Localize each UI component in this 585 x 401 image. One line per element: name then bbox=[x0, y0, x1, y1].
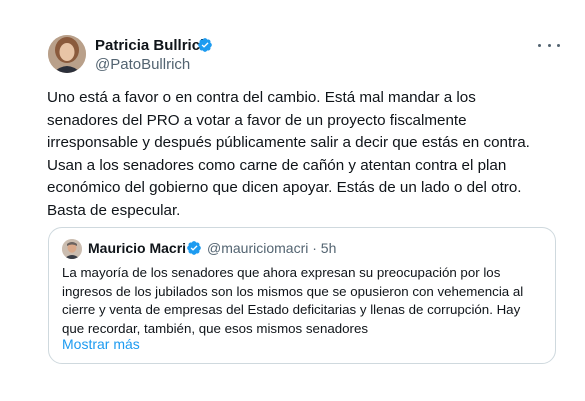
tweet-text: Uno está a favor o en contra del cambio.… bbox=[47, 87, 557, 222]
tweet-text-line: económico del gobierno que dicen apoyar.… bbox=[47, 179, 522, 196]
quoted-author-name[interactable]: Mauricio Macri bbox=[88, 240, 186, 256]
quoted-text-line: cierre y venta de empresas del Estado de… bbox=[62, 302, 521, 317]
author-avatar[interactable] bbox=[48, 35, 86, 73]
verified-badge-icon bbox=[198, 38, 212, 52]
author-name[interactable]: Patricia Bullrich bbox=[95, 37, 209, 54]
verified-badge-icon bbox=[187, 241, 201, 255]
quoted-tweet-text: La mayoría de los senadores que ahora ex… bbox=[62, 264, 547, 338]
tweet-text-line: Basta de especular. bbox=[47, 201, 181, 219]
tweet-card: Patricia Bullrich @PatoBullrich Uno está… bbox=[0, 0, 585, 401]
quoted-tweet[interactable]: Mauricio Macri @mauriciomacri · 5h La ma… bbox=[48, 227, 556, 364]
more-options-button[interactable] bbox=[538, 38, 560, 52]
quoted-text-line: ingresos de los jubilados son los mismos… bbox=[62, 283, 524, 299]
tweet-text-line: Uno está a favor o en contra del cambio.… bbox=[47, 89, 476, 106]
quoted-author-handle-time[interactable]: @mauriciomacri · 5h bbox=[207, 240, 336, 256]
quoted-author-avatar[interactable] bbox=[62, 239, 82, 259]
quoted-text-line: La mayoría de los senadores que ahora ex… bbox=[62, 265, 501, 280]
tweet-text-line: Usan a los senadores como carne de cañón… bbox=[47, 156, 507, 174]
author-handle[interactable]: @PatoBullrich bbox=[95, 56, 190, 73]
tweet-text-line: irresponsable y después públicamente sal… bbox=[47, 134, 530, 151]
tweet-text-line: senadores del PRO a votar a favor de un … bbox=[47, 111, 467, 129]
show-more-link[interactable]: Mostrar más bbox=[62, 336, 140, 352]
more-dots-icon bbox=[538, 43, 541, 47]
